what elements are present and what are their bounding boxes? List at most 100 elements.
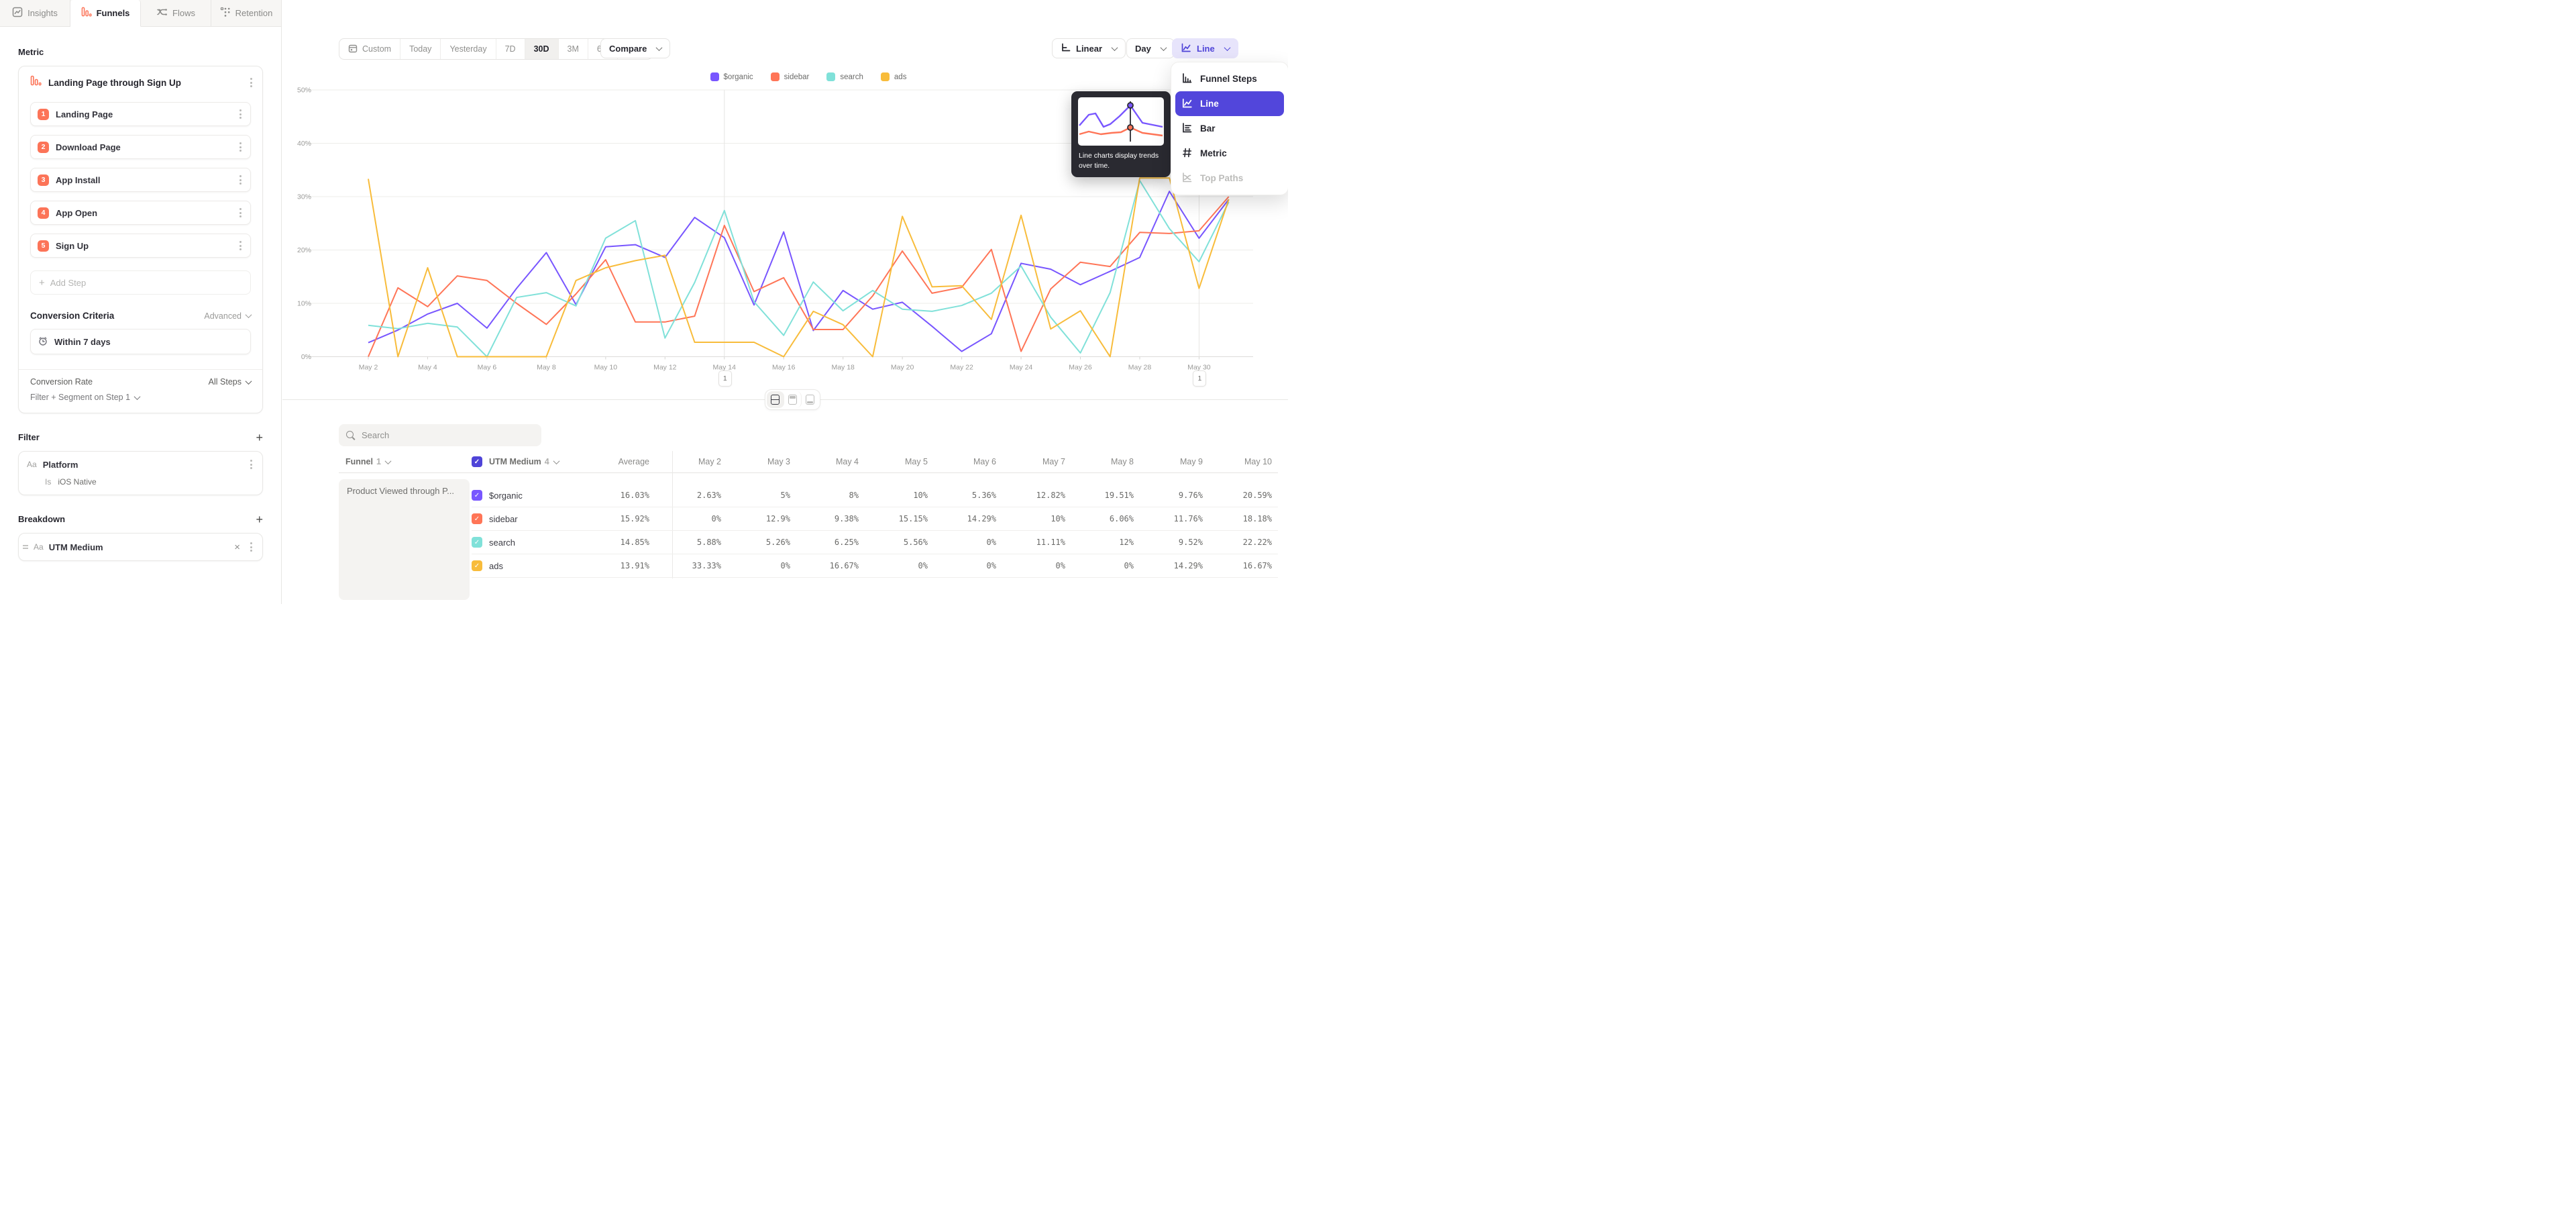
breakdown-kebab-menu[interactable] [248,540,254,554]
cell-value: 14.85% [586,538,649,547]
step-kebab-menu[interactable] [237,107,244,121]
filter-operator[interactable]: Is [45,477,51,487]
plus-icon: + [39,277,45,289]
table-search-input[interactable]: Search [339,424,541,446]
annotation-badge-may-30[interactable]: 1 [1193,370,1206,387]
menu-item-bar[interactable]: Bar [1175,116,1284,141]
row-checkbox[interactable]: ✓ [472,513,482,524]
view-toggle-group [765,389,820,410]
drag-handle-icon[interactable] [23,545,28,549]
column-header-may-5: May 5 [864,451,928,472]
cell-value: 0% [1070,561,1134,570]
filter-value[interactable]: iOS Native [58,477,96,487]
menu-item-metric[interactable]: Metric [1175,141,1284,166]
step-kebab-menu[interactable] [237,239,244,252]
step-number-badge: 2 [38,142,49,153]
step-label: Landing Page [56,109,231,119]
row-checkbox[interactable]: ✓ [472,490,482,501]
funnel-step-4[interactable]: 4App Open [30,201,251,225]
tab-flows[interactable]: Flows [141,0,211,26]
select-all-checkbox[interactable]: ✓ [472,456,482,467]
tooltip-preview-chart [1078,97,1164,146]
step-number-badge: 5 [38,240,49,252]
range-today[interactable]: Today [400,39,441,59]
tab-funnels[interactable]: Funnels [70,0,141,27]
funnel-steps-icon [1181,72,1193,86]
add-step-button[interactable]: + Add Step [30,270,251,295]
tab-label: Retention [235,8,273,18]
table-row-search: ✓search14.85%5.88%5.26%6.25%5.56%0%11.11… [472,531,1278,554]
chart-view-toggle[interactable] [784,391,802,408]
row-checkbox[interactable]: ✓ [472,560,482,571]
conversion-window-button[interactable]: Within 7 days [30,329,251,354]
filter-kebab-menu[interactable] [248,458,254,471]
annotation-badge-may-14[interactable]: 1 [718,370,732,387]
advanced-dropdown[interactable]: Advanced [204,311,251,321]
funnel-step-1[interactable]: 1Landing Page [30,102,251,126]
cell-value: 20.59% [1208,491,1272,500]
range-7d[interactable]: 7D [496,39,525,59]
row-select[interactable]: ✓ads [472,560,503,571]
range-30d[interactable]: 30D [525,39,559,59]
table-row-organic: ✓$organic16.03%2.63%5%8%10%5.36%12.82%19… [472,484,1278,507]
cell-value: 5.56% [864,538,928,547]
cell-value: 33.33% [657,561,721,570]
breakdown-property-row[interactable]: Aa UTM Medium × [19,534,262,560]
range-yesterday[interactable]: Yesterday [441,39,496,59]
text-type-icon: Aa [27,460,37,469]
step-kebab-menu[interactable] [237,173,244,187]
table-row-group-label[interactable]: Product Viewed through P... [339,479,470,600]
calendar-icon [348,44,358,55]
chevron-down-icon [1224,44,1230,51]
column-header-average: Average [586,451,649,472]
interval-dropdown-button[interactable]: Day [1126,38,1175,58]
filter-property-row[interactable]: Aa Platform [19,452,262,477]
funnel-column-header[interactable]: Funnel1 [345,451,390,472]
breakdown-column-header[interactable]: ✓ UTM Medium4 [472,451,559,472]
cell-value: 5.36% [932,491,996,500]
row-select[interactable]: ✓ search [472,537,515,548]
filter-segment-dropdown[interactable]: Filter + Segment on Step 1 [19,387,262,410]
cell-value: 9.38% [795,514,859,523]
row-checkbox[interactable]: ✓ [472,537,482,548]
row-select[interactable]: ✓$organic [472,490,523,501]
row-select[interactable]: ✓sidebar [472,513,518,524]
line-chart-icon [1181,42,1191,55]
split-view-toggle[interactable] [767,391,784,408]
remove-breakdown-icon[interactable]: × [231,542,243,553]
scale-dropdown-button[interactable]: Linear [1052,38,1126,58]
range-3m[interactable]: 3M [559,39,588,59]
metric-header[interactable]: Landing Page through Sign Up [19,66,262,98]
cell-value: 10% [1002,514,1065,523]
funnel-steps-list: 1Landing Page 2Download Page 3App Install 4… [19,98,262,258]
funnel-step-3[interactable]: 3App Install [30,168,251,192]
range-custom[interactable]: Custom [339,39,400,59]
tab-insights[interactable]: Insights [0,0,70,26]
add-breakdown-button[interactable]: + [256,515,263,524]
svg-text:May 8: May 8 [537,364,556,372]
svg-text:30%: 30% [297,193,311,201]
conversion-rate-scope-dropdown[interactable]: All Steps [209,377,251,387]
conversion-rate-label: Conversion Rate [30,377,93,387]
row-label: search [489,538,515,548]
column-header-may-2: May 2 [657,451,721,472]
cell-value: 5% [727,491,790,500]
menu-item-line[interactable]: Line [1175,91,1284,116]
table-view-toggle[interactable] [802,391,818,408]
step-kebab-menu[interactable] [237,140,244,154]
add-filter-button[interactable]: + [256,433,263,442]
tab-retention[interactable]: Retention [211,0,282,26]
cell-value: 12.82% [1002,491,1065,500]
svg-text:0%: 0% [301,353,311,361]
chevron-down-icon [246,378,252,385]
svg-text:May 16: May 16 [772,364,796,372]
chevron-down-icon [384,458,391,464]
step-kebab-menu[interactable] [237,206,244,219]
cell-value: 11.11% [1002,538,1065,547]
funnel-step-5[interactable]: 5Sign Up [30,234,251,258]
chart-type-dropdown-button[interactable]: Line [1172,38,1238,58]
funnel-step-2[interactable]: 2Download Page [30,135,251,159]
menu-item-funnel-steps[interactable]: Funnel Steps [1175,66,1284,91]
metric-kebab-menu[interactable] [248,76,254,89]
compare-button[interactable]: Compare [600,38,670,58]
